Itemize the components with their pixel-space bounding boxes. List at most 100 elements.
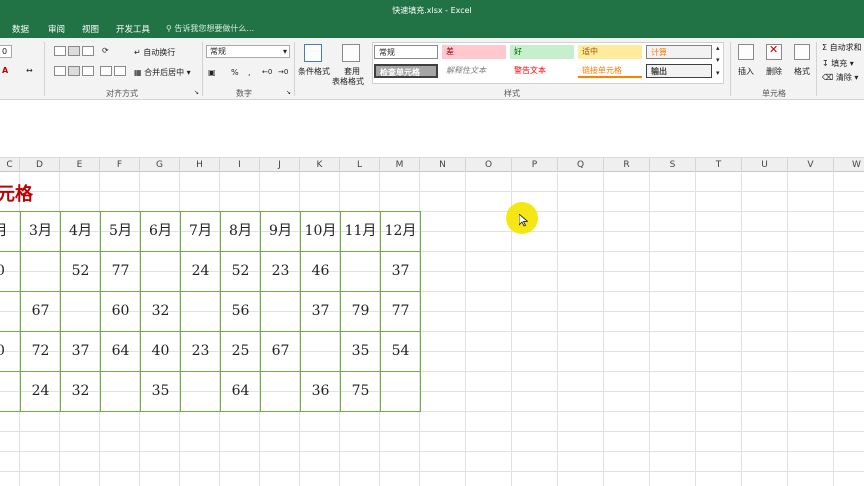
value-cell[interactable] (260, 371, 301, 412)
decrease-decimal-icon[interactable]: →0 (278, 68, 288, 76)
value-cell[interactable]: 67 (260, 331, 301, 372)
column-header-v[interactable]: V (788, 158, 834, 172)
style-output[interactable]: 输出 (646, 64, 712, 78)
column-header-k[interactable]: K (300, 158, 340, 172)
month-header-cell[interactable]: 9月 (260, 211, 301, 252)
month-header-cell[interactable]: 5月 (100, 211, 141, 252)
wrap-text-button[interactable]: ↵ 自动换行 (134, 47, 175, 58)
tab-data[interactable]: 数据 (12, 23, 29, 35)
percent-button[interactable]: % (231, 68, 239, 77)
value-cell[interactable]: 67 (20, 291, 61, 332)
value-cell[interactable]: 23 (180, 331, 221, 372)
align-left-icon[interactable] (54, 66, 66, 76)
align-top-icon[interactable] (54, 46, 66, 56)
value-cell[interactable] (380, 371, 421, 412)
style-warning[interactable]: 警告文本 (510, 64, 574, 78)
formula-bar-area[interactable] (0, 100, 864, 158)
font-color-icon[interactable]: A (2, 66, 8, 75)
value-cell[interactable]: 37 (380, 251, 421, 292)
column-header-t[interactable]: T (696, 158, 742, 172)
column-header-u[interactable]: U (742, 158, 788, 172)
merge-center-button[interactable]: ▦ 合并后居中 ▾ (134, 67, 191, 78)
column-header-l[interactable]: L (340, 158, 380, 172)
column-header-h[interactable]: H (180, 158, 220, 172)
align-center-icon[interactable] (68, 66, 80, 76)
value-cell[interactable]: 40 (140, 331, 181, 372)
gallery-more-icon[interactable]: ▾ (716, 69, 720, 77)
value-cell[interactable]: 36 (300, 371, 341, 412)
month-header-cell[interactable]: 4月 (60, 211, 101, 252)
column-header-r[interactable]: R (604, 158, 650, 172)
style-good[interactable]: 好 (510, 45, 574, 59)
column-header-g[interactable]: G (140, 158, 180, 172)
value-cell[interactable] (260, 291, 301, 332)
month-header-cell[interactable]: 月 (0, 211, 21, 252)
font-size-select[interactable]: 0 (0, 45, 12, 58)
value-cell[interactable] (300, 331, 341, 372)
value-cell[interactable]: 52 (60, 251, 101, 292)
value-cell[interactable] (0, 291, 21, 332)
gallery-scroll-up-icon[interactable]: ▴ (716, 44, 720, 52)
increase-decimal-icon[interactable]: ←0 (262, 68, 272, 76)
value-cell[interactable]: 37 (60, 331, 101, 372)
column-header-f[interactable]: F (100, 158, 140, 172)
column-header-c[interactable]: C (0, 158, 20, 172)
value-cell[interactable]: 23 (260, 251, 301, 292)
value-cell[interactable]: 24 (20, 371, 61, 412)
value-cell[interactable]: 25 (220, 331, 261, 372)
value-cell[interactable] (0, 371, 21, 412)
value-cell[interactable]: 72 (20, 331, 61, 372)
value-cell[interactable]: 60 (100, 291, 141, 332)
tell-me-box[interactable]: ⚲ 告诉我您想要做什么... (166, 23, 254, 34)
value-cell[interactable] (180, 291, 221, 332)
tab-view[interactable]: 视图 (82, 23, 99, 35)
tab-review[interactable]: 审阅 (48, 23, 65, 35)
value-cell[interactable]: 56 (220, 291, 261, 332)
style-calculation[interactable]: 计算 (646, 45, 712, 59)
month-header-cell[interactable]: 11月 (340, 211, 381, 252)
comma-button[interactable]: , (248, 68, 251, 77)
value-cell[interactable]: 64 (100, 331, 141, 372)
column-header-w[interactable]: W (834, 158, 864, 172)
text-direction-icon[interactable]: ↔ (26, 66, 33, 75)
column-header-m[interactable]: M (380, 158, 420, 172)
value-cell[interactable]: 64 (220, 371, 261, 412)
style-check-cell[interactable]: 检查单元格 (374, 64, 438, 78)
value-cell[interactable]: 77 (100, 251, 141, 292)
align-middle-icon[interactable] (68, 46, 80, 56)
currency-icon[interactable]: ▣ (208, 68, 216, 77)
fill-button[interactable]: ↧ 填充 ▾ (822, 58, 854, 69)
style-normal[interactable]: 常规 (374, 45, 438, 59)
value-cell[interactable]: 46 (300, 251, 341, 292)
column-header-s[interactable]: S (650, 158, 696, 172)
value-cell[interactable]: 75 (340, 371, 381, 412)
sheet-headline[interactable]: 元格 (0, 180, 33, 206)
orientation-icon[interactable]: ⟳ (102, 46, 109, 55)
value-cell[interactable] (140, 251, 181, 292)
column-header-j[interactable]: J (260, 158, 300, 172)
value-cell[interactable] (180, 371, 221, 412)
clear-button[interactable]: ⌫ 清除 ▾ (822, 72, 858, 83)
column-header-p[interactable]: P (512, 158, 558, 172)
month-header-cell[interactable]: 7月 (180, 211, 221, 252)
style-neutral[interactable]: 适中 (578, 45, 642, 59)
column-header-q[interactable]: Q (558, 158, 604, 172)
value-cell[interactable]: 0 (0, 331, 21, 372)
style-bad[interactable]: 差 (442, 45, 506, 59)
style-explanatory[interactable]: 解释性文本 (442, 64, 506, 78)
increase-indent-icon[interactable] (114, 66, 126, 76)
value-cell[interactable] (20, 251, 61, 292)
value-cell[interactable]: 0 (0, 251, 21, 292)
tab-developer[interactable]: 开发工具 (116, 23, 150, 35)
decrease-indent-icon[interactable] (100, 66, 112, 76)
value-cell[interactable]: 52 (220, 251, 261, 292)
column-header-d[interactable]: D (20, 158, 60, 172)
value-cell[interactable]: 24 (180, 251, 221, 292)
gallery-scroll-down-icon[interactable]: ▾ (716, 56, 720, 64)
column-header-o[interactable]: O (466, 158, 512, 172)
value-cell[interactable]: 32 (140, 291, 181, 332)
column-header-i[interactable]: I (220, 158, 260, 172)
autosum-button[interactable]: Σ 自动求和 (822, 42, 862, 53)
month-header-cell[interactable]: 12月 (380, 211, 421, 252)
month-header-cell[interactable]: 10月 (300, 211, 341, 252)
